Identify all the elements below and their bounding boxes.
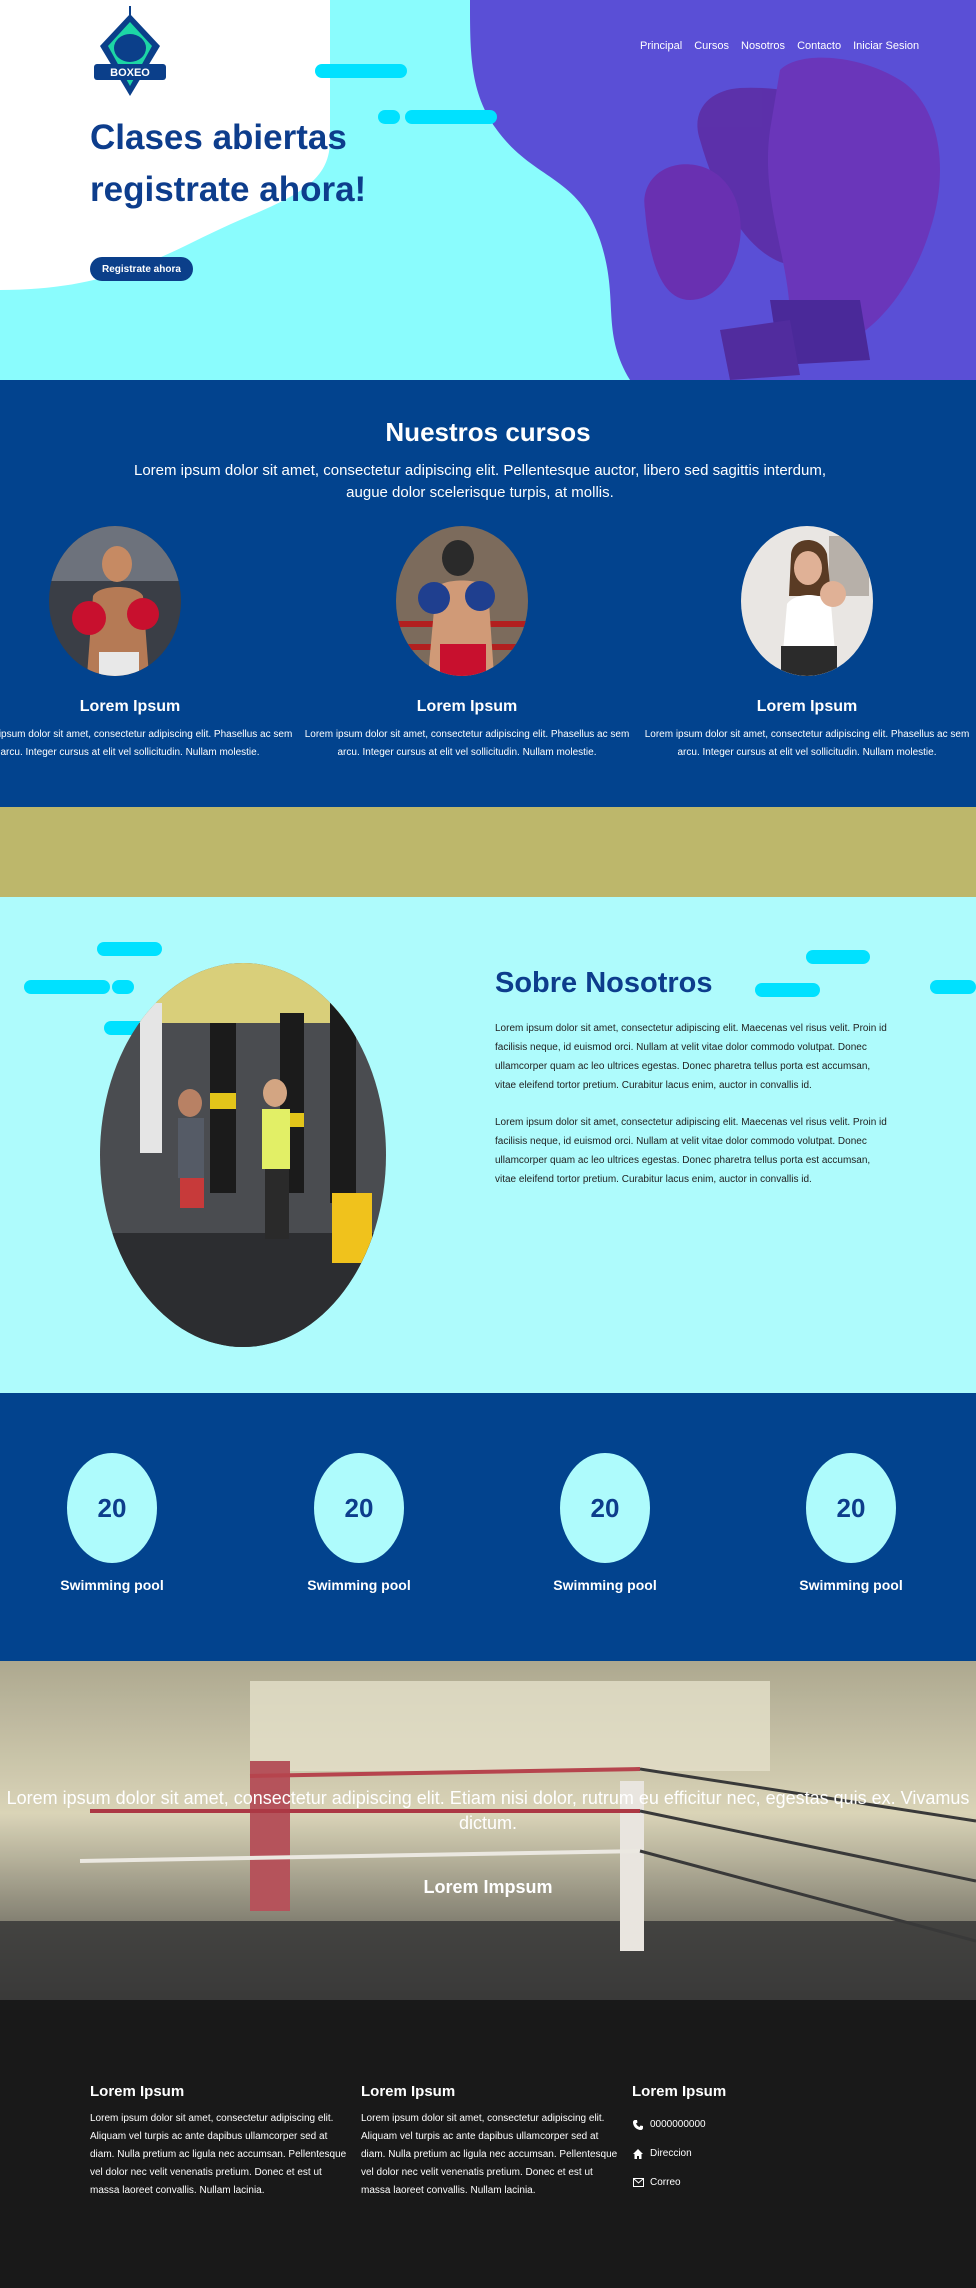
stat-item: 20 Swimming pool (32, 1453, 192, 1593)
footer-column-1: Lorem Ipsum Lorem ipsum dolor sit amet, … (90, 2083, 350, 2200)
stat-item: 20 Swimming pool (525, 1453, 685, 1593)
contact-email-text: Correo (650, 2177, 681, 2188)
logo-text: BOXEO (110, 67, 150, 79)
boxing-glove-logo-icon[interactable]: BOXEO (90, 6, 170, 102)
footer-column-3: Lorem Ipsum 0000000000 Direccion Correo (632, 2083, 892, 2197)
stat-item: 20 Swimming pool (279, 1453, 439, 1593)
contact-email[interactable]: Correo (632, 2168, 892, 2197)
stat-label: Swimming pool (553, 1577, 657, 1593)
home-icon (632, 2148, 644, 2160)
about-paragraph-2: Lorem ipsum dolor sit amet, consectetur … (495, 1117, 887, 1185)
stat-value: 20 (806, 1453, 896, 1563)
footer-heading: Lorem Ipsum (632, 2083, 727, 2100)
courses-intro: Lorem ipsum dolor sit amet, consectetur … (133, 462, 826, 501)
footer-text: Lorem ipsum dolor sit amet, consectetur … (361, 2113, 618, 2196)
stat-label: Swimming pool (60, 1577, 164, 1593)
course-card[interactable]: Lorem Ipsum Lorem ipsum dolor sit amet, … (0, 526, 295, 766)
ring-subtitle: Lorem Impsum (423, 1877, 553, 1897)
contact-address[interactable]: Direccion (632, 2139, 892, 2168)
contact-phone[interactable]: 0000000000 (632, 2110, 892, 2139)
footer: Lorem Ipsum Lorem ipsum dolor sit amet, … (0, 2000, 976, 2288)
stat-label: Swimming pool (799, 1577, 903, 1593)
hero-title-line1: Clases abiertas (90, 118, 347, 157)
hero-section: BOXEO Principal Cursos Nosotros Contacto… (0, 0, 976, 380)
course-photo (396, 526, 528, 676)
stat-value: 20 (560, 1453, 650, 1563)
course-text: Lorem ipsum dolor sit amet, consectetur … (644, 729, 970, 758)
about-title: Sobre Nosotros (495, 967, 713, 999)
stat-label: Swimming pool (307, 1577, 411, 1593)
nav-link-nosotros[interactable]: Nosotros (741, 40, 785, 52)
course-text: Lorem ipsum dolor sit amet, consectetur … (304, 729, 630, 758)
stat-item: 20 Swimming pool (771, 1453, 931, 1593)
course-title: Lorem Ipsum (79, 698, 181, 715)
hero-title: Clases abiertas registrate ahora! (90, 112, 430, 216)
footer-text: Lorem ipsum dolor sit amet, consectetur … (90, 2113, 347, 2196)
contact-phone-text: 0000000000 (650, 2119, 706, 2130)
courses-title: Nuestros cursos (385, 417, 591, 447)
footer-heading: Lorem Ipsum (90, 2083, 185, 2100)
nav-link-contacto[interactable]: Contacto (797, 40, 841, 52)
ring-text: Lorem ipsum dolor sit amet, consectetur … (6, 1788, 970, 1833)
course-card[interactable]: Lorem Ipsum Lorem ipsum dolor sit amet, … (642, 526, 972, 766)
register-button[interactable]: Registrate ahora (90, 257, 193, 281)
ring-section: Lorem ipsum dolor sit amet, consectetur … (0, 1661, 976, 2000)
course-text: Lorem ipsum dolor sit amet, consectetur … (0, 729, 293, 758)
courses-section: Nuestros cursos Lorem ipsum dolor sit am… (0, 380, 976, 807)
course-photo (741, 526, 873, 676)
nav-link-principal[interactable]: Principal (640, 40, 682, 52)
olive-band (0, 807, 976, 897)
stats-section: 20 Swimming pool 20 Swimming pool 20 Swi… (0, 1393, 976, 1661)
course-title: Lorem Ipsum (416, 698, 518, 715)
hero-title-line2: registrate ahora! (90, 170, 367, 209)
stat-value: 20 (314, 1453, 404, 1563)
footer-column-2: Lorem Ipsum Lorem ipsum dolor sit amet, … (361, 2083, 621, 2200)
about-section: Sobre Nosotros Lorem ipsum dolor sit ame… (0, 897, 976, 1393)
course-title: Lorem Ipsum (756, 698, 858, 715)
about-paragraph-1: Lorem ipsum dolor sit amet, consectetur … (495, 1023, 887, 1091)
stat-value: 20 (67, 1453, 157, 1563)
course-photo (49, 526, 181, 676)
course-card[interactable]: Lorem Ipsum Lorem ipsum dolor sit amet, … (302, 526, 632, 766)
mail-icon (632, 2177, 644, 2189)
nav-link-iniciar-sesion[interactable]: Iniciar Sesion (853, 40, 919, 52)
contact-address-text: Direccion (650, 2148, 692, 2159)
phone-icon (632, 2119, 644, 2131)
about-photo (100, 963, 386, 1347)
footer-heading: Lorem Ipsum (361, 2083, 456, 2100)
main-nav: Principal Cursos Nosotros Contacto Inici… (640, 40, 919, 52)
nav-link-cursos[interactable]: Cursos (694, 40, 729, 52)
